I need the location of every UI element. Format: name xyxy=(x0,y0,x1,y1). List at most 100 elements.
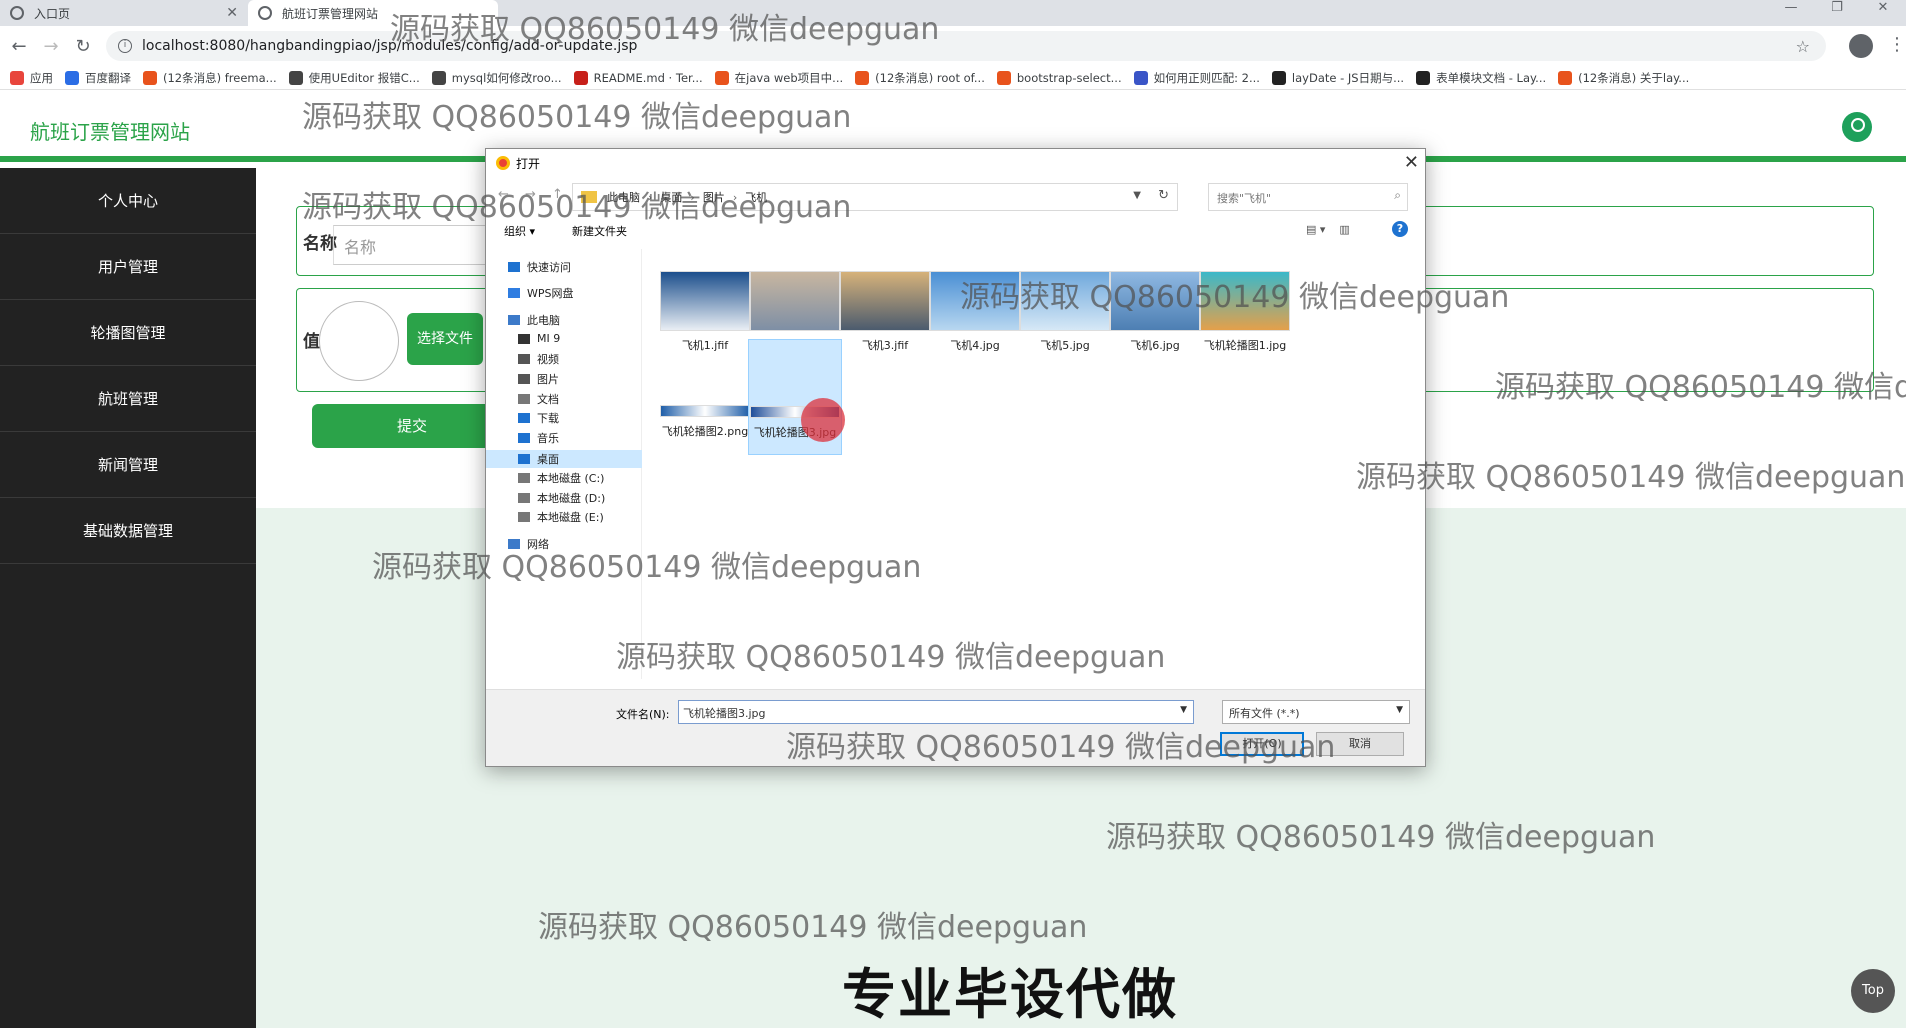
site-title[interactable]: 航班订票管理网站 xyxy=(30,116,190,145)
nav-pane-item[interactable]: 此电脑 xyxy=(508,312,560,328)
bookmark-item[interactable]: 在java web项目中... xyxy=(714,70,843,86)
bookmark-item[interactable]: 百度翻译 xyxy=(65,70,131,86)
bookmark-item[interactable]: layDate - JS日期与... xyxy=(1271,70,1404,86)
back-to-top-button[interactable]: Top xyxy=(1851,969,1895,1013)
bookmark-item[interactable]: 应用 xyxy=(10,70,53,86)
bookmark-item[interactable]: mysql如何修改roo... xyxy=(431,70,562,86)
nav-arrows-icon[interactable]: ← → ↑ xyxy=(498,187,569,202)
nav-pane-item[interactable]: 本地磁盘 (C:) xyxy=(518,470,604,486)
file-thumbnail xyxy=(1020,271,1110,331)
refresh-icon[interactable]: ↻ xyxy=(1158,188,1169,203)
submit-button[interactable]: 提交 xyxy=(312,404,512,448)
chevron-down-icon[interactable]: ▼ xyxy=(1133,190,1141,201)
nav-pane-item[interactable]: 网络 xyxy=(508,536,549,552)
path-part[interactable]: 此电脑 xyxy=(607,189,640,205)
view-options-icon[interactable]: ▤ ▾ ▥ xyxy=(1306,223,1350,236)
nav-pane-item[interactable]: 图片 xyxy=(518,371,559,387)
bookmark-label: bootstrap-select... xyxy=(1016,70,1122,85)
file-thumbnail xyxy=(840,271,930,331)
chevron-down-icon[interactable]: ▼ xyxy=(1396,705,1403,715)
sidebar-item[interactable]: 基础数据管理 xyxy=(0,498,256,564)
bookmark-label: (12条消息) 关于lay... xyxy=(1578,70,1690,85)
nav-item-label: 视频 xyxy=(537,353,559,366)
file-name: 飞机轮播图2.png xyxy=(661,425,749,438)
choose-file-button[interactable]: 选择文件 xyxy=(407,313,483,365)
file-thumbnail xyxy=(1200,271,1290,331)
organize-button[interactable]: 组织 ▾ xyxy=(504,223,535,239)
tab-label: 入口页 xyxy=(34,6,71,21)
file-item[interactable]: 飞机4.jpg xyxy=(928,271,1022,353)
nav-pane-item[interactable]: 视频 xyxy=(518,351,559,367)
nav-pane-item[interactable]: 快速访问 xyxy=(508,259,571,275)
file-item[interactable]: 飞机轮播图3.jpg xyxy=(748,339,845,455)
bookmark-item[interactable]: 使用UEditor 报错C... xyxy=(288,70,420,86)
sidebar-item[interactable]: 航班管理 xyxy=(0,366,256,432)
search-icon[interactable]: ⌕ xyxy=(1394,188,1401,203)
sidebar-item[interactable]: 新闻管理 xyxy=(0,432,256,498)
bookmark-item[interactable]: (12条消息) 关于lay... xyxy=(1558,70,1689,86)
open-button[interactable]: 打开(O) xyxy=(1220,732,1304,756)
profile-icon[interactable] xyxy=(1849,34,1873,58)
bookmark-item[interactable]: 如何用正则匹配: 2... xyxy=(1133,70,1260,86)
nav-pane-item[interactable]: 本地磁盘 (D:) xyxy=(518,490,605,506)
nav-item-label: 本地磁盘 (C:) xyxy=(537,472,605,485)
forward-icon[interactable]: → xyxy=(38,36,64,57)
bookmark-item[interactable]: 表单模块文档 - Lay... xyxy=(1416,70,1546,86)
file-item[interactable]: 飞机6.jpg xyxy=(1108,271,1202,353)
nav-pane-item[interactable]: MI 9 xyxy=(518,332,560,345)
file-item[interactable]: 飞机5.jpg xyxy=(1018,271,1112,353)
nav-pane-item[interactable]: WPS网盘 xyxy=(508,285,574,301)
nav-item-icon xyxy=(508,539,520,549)
nav-pane-item[interactable]: 本地磁盘 (E:) xyxy=(518,509,604,525)
address-bar[interactable]: i localhost:8080/hangbandingpiao/jsp/mod… xyxy=(106,31,1826,61)
bookmark-item[interactable]: (12条消息) root of... xyxy=(855,70,985,86)
sidebar-item[interactable]: 个人中心 xyxy=(0,168,256,234)
help-icon[interactable]: ? xyxy=(1392,221,1408,237)
tab-site[interactable]: 航班订票管理网站 xyxy=(248,0,498,26)
filename-input[interactable]: 飞机轮播图3.jpg ▼ xyxy=(678,700,1194,724)
nav-pane-item[interactable]: 下载 xyxy=(518,410,559,426)
dialog-close-icon[interactable]: ✕ xyxy=(1404,152,1419,173)
dialog-title: 打开 xyxy=(516,156,541,171)
nav-item-icon xyxy=(518,473,530,483)
path-part[interactable]: 图片 xyxy=(703,189,725,205)
bookmark-item[interactable]: README.md · Ter... xyxy=(573,70,703,85)
bookmark-item[interactable]: (12条消息) freema... xyxy=(143,70,277,86)
sidebar-item[interactable]: 用户管理 xyxy=(0,234,256,300)
path-part[interactable]: 飞机 xyxy=(745,189,767,205)
bookmark-item[interactable]: bootstrap-select... xyxy=(996,70,1122,85)
file-grid: 飞机1.jfif飞机2.jfif飞机3.jfif飞机4.jpg飞机5.jpg飞机… xyxy=(644,249,1424,679)
menu-kebab-icon[interactable]: ⋮ xyxy=(1888,34,1906,55)
minimize-button[interactable]: — xyxy=(1768,0,1814,26)
dialog-bottom-bar: 文件名(N): 飞机轮播图3.jpg ▼ 所有文件 (*.*) ▼ 打开(O) … xyxy=(486,689,1425,766)
search-input[interactable]: 搜索"飞机" ⌕ xyxy=(1208,183,1408,211)
user-avatar-icon[interactable] xyxy=(1842,112,1872,142)
sidebar-item[interactable]: 轮播图管理 xyxy=(0,300,256,366)
nav-pane-item[interactable]: 文档 xyxy=(518,391,559,407)
nav-pane-item[interactable]: 音乐 xyxy=(518,430,559,446)
bookmark-favicon-icon xyxy=(288,70,303,85)
nav-item-label: 音乐 xyxy=(537,432,559,445)
file-item[interactable]: 飞机轮播图2.png xyxy=(658,339,752,439)
cancel-button[interactable]: 取消 xyxy=(1316,732,1404,756)
restore-button[interactable]: ❐ xyxy=(1814,0,1860,26)
bookmark-label: mysql如何修改roo... xyxy=(451,70,562,85)
nav-item-label: 网络 xyxy=(527,538,549,551)
path-part[interactable]: 桌面 xyxy=(660,189,682,205)
file-item[interactable]: 飞机轮播图1.jpg xyxy=(1198,271,1292,353)
reload-icon[interactable]: ↻ xyxy=(70,36,96,57)
filetype-select[interactable]: 所有文件 (*.*) ▼ xyxy=(1222,700,1410,724)
path-breadcrumb[interactable]: 此电脑 › 桌面 › 图片 › 飞机 ▼ ↻ xyxy=(572,183,1178,211)
back-icon[interactable]: ← xyxy=(6,36,32,57)
nav-item-label: 桌面 xyxy=(537,453,559,466)
tab-home[interactable]: 入口页 ✕ xyxy=(0,0,248,26)
info-icon[interactable]: i xyxy=(118,39,132,53)
new-folder-button[interactable]: 新建文件夹 xyxy=(572,223,627,239)
tab-label: 航班订票管理网站 xyxy=(282,6,379,21)
chevron-down-icon[interactable]: ▼ xyxy=(1180,705,1187,715)
window-close-button[interactable]: ✕ xyxy=(1860,0,1906,26)
file-item[interactable]: 飞机3.jfif xyxy=(838,271,932,353)
bookmark-star-icon[interactable]: ☆ xyxy=(1796,37,1810,56)
tab-close-icon[interactable]: ✕ xyxy=(226,5,238,21)
nav-pane-item[interactable]: 桌面 xyxy=(486,450,642,468)
